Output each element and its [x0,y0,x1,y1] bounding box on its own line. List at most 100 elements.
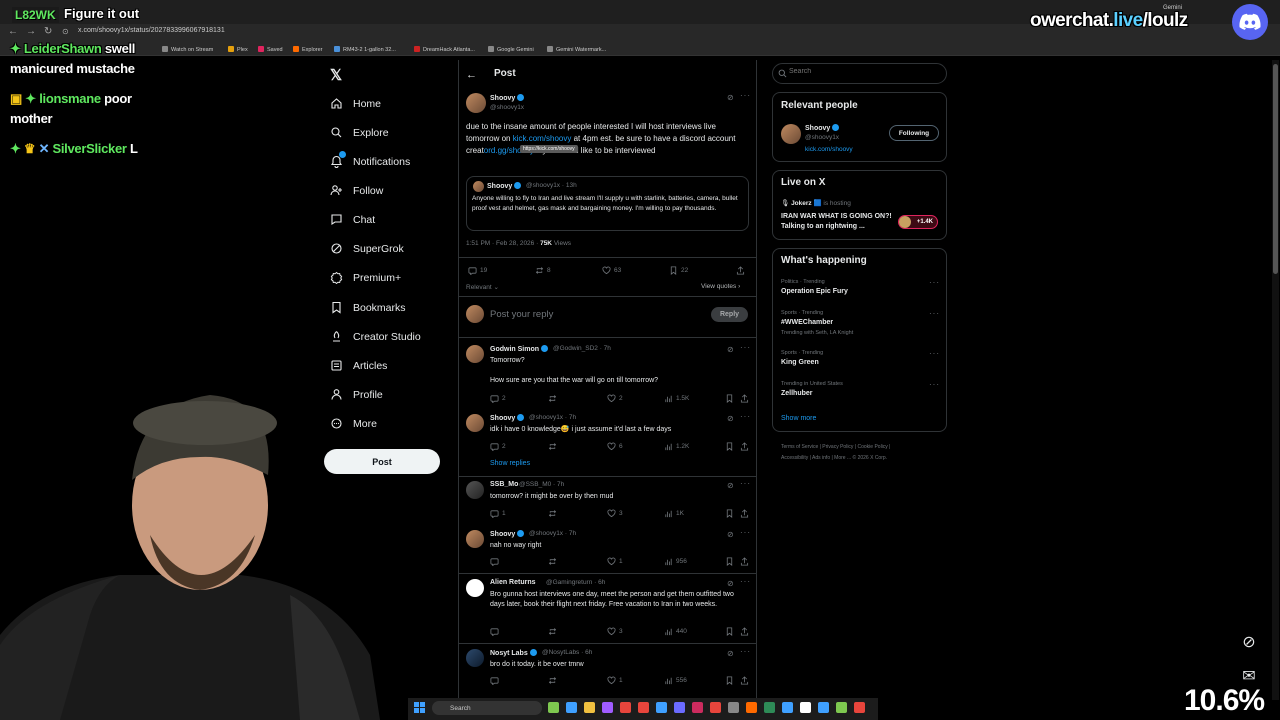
grok-icon[interactable]: ⊘ [727,414,734,423]
nav-item-explore[interactable]: Explore [330,126,389,139]
views-action[interactable]: 1K [664,509,684,518]
repost-action[interactable]: 8 [535,266,551,275]
avatar[interactable] [466,345,484,363]
windows-start-icon[interactable] [414,702,425,713]
repost-action[interactable] [548,442,560,451]
more-options-icon[interactable]: ··· [929,380,940,389]
more-options-icon[interactable]: ··· [740,91,751,100]
bookmark-action[interactable]: 22 [669,266,688,275]
reply-action[interactable] [490,557,502,566]
following-button[interactable]: Following [889,125,939,141]
forward-arrow-icon[interactable]: → [26,26,36,37]
bookmark-item[interactable]: Gemini Watermark... [547,46,606,53]
reply-handle[interactable]: @Gamingreturn · 6h [546,579,605,586]
taskbar-app-icon[interactable] [854,702,865,713]
scrollbar-thumb[interactable] [1273,64,1278,274]
taskbar-app-icon[interactable] [782,702,793,713]
reply-action[interactable]: 1 [490,509,506,518]
taskbar-app-icon[interactable] [836,702,847,713]
relevant-person-link[interactable]: kick.com/shoovy [805,146,853,153]
share-action[interactable] [740,557,749,566]
views-action[interactable]: 956 [664,557,687,566]
url-field[interactable]: x.com/shoovy1x/status/202783399606791813… [78,27,225,34]
share-action[interactable] [740,394,749,403]
avatar[interactable] [466,93,486,113]
bookmark-item[interactable]: Plex [228,46,248,53]
reply-author[interactable]: Alien Returns [490,579,536,586]
bookmark-item[interactable]: RM43-2 1-gallon 32... [334,46,396,53]
avatar[interactable] [466,530,484,548]
nav-item-notifications[interactable]: Notifications [330,151,410,168]
taskbar-app-icon[interactable] [656,702,667,713]
grok-icon[interactable]: ⊘ [727,530,734,539]
grok-icon[interactable]: ⊘ [727,93,734,102]
grok-icon[interactable]: ⊘ [727,649,734,658]
taskbar-app-icon[interactable] [620,702,631,713]
like-action[interactable]: 3 [607,627,623,636]
reply-action[interactable]: 19 [468,266,487,275]
live-title[interactable]: IRAN WAR WHAT IS GOING ON?! Talking to a… [781,212,893,232]
trend-name[interactable]: Operation Epic Fury [781,288,848,295]
footer-links-2[interactable]: Accessibility | Ads info | More ... © 20… [781,455,887,461]
avatar[interactable] [781,124,801,144]
relevant-person-handle[interactable]: @shoovy1x [805,134,839,141]
reply-handle[interactable]: @shoovy1x · 7h [529,414,576,421]
grok-icon[interactable]: ⊘ [727,345,734,354]
view-quotes-link[interactable]: View quotes › [701,283,740,290]
bookmark-action[interactable] [725,676,734,685]
messages-icon[interactable]: ✉ [1238,665,1260,687]
post-author[interactable]: Shoovy [490,94,525,102]
nav-item-premium[interactable]: Premium+ [330,271,401,284]
more-options-icon[interactable]: ··· [740,528,751,537]
taskbar-search[interactable]: Search [432,701,542,715]
search-input[interactable] [789,68,939,75]
taskbar-app-icon[interactable] [746,702,757,713]
repost-action[interactable] [548,557,560,566]
nav-item-bookmarks[interactable]: Bookmarks [330,301,406,314]
grok-icon[interactable]: ⊘ [727,579,734,588]
trend-name[interactable]: Zellhuber [781,390,813,397]
like-action[interactable]: 6 [607,442,623,451]
repost-action[interactable] [548,509,560,518]
reply-action[interactable] [490,676,502,685]
taskbar-app-icon[interactable] [548,702,559,713]
avatar[interactable] [466,481,484,499]
nav-item-supergrok[interactable]: SuperGrok [330,242,404,255]
like-action[interactable]: 2 [607,394,623,403]
reply-action[interactable]: 2 [490,394,506,403]
bookmark-item[interactable]: Saved [258,46,283,53]
share-icon[interactable] [736,266,745,275]
taskbar-app-icon[interactable] [710,702,721,713]
back-arrow-icon[interactable]: ← [8,26,18,37]
taskbar-app-icon[interactable] [674,702,685,713]
post-handle[interactable]: @shoovy1x [490,104,524,111]
taskbar-app-icon[interactable] [584,702,595,713]
bookmark-action[interactable] [725,627,734,636]
reply-handle[interactable]: @NosytLabs · 6h [542,649,592,656]
taskbar-app-icon[interactable] [728,702,739,713]
taskbar-app-icon[interactable] [566,702,577,713]
reply-handle[interactable]: @SSB_M0 · 7h [519,481,564,488]
views-action[interactable]: 1.5K [664,394,689,403]
grok-float-icon[interactable]: ⊘ [1238,631,1260,653]
taskbar-app-icon[interactable] [602,702,613,713]
repost-action[interactable] [548,394,560,403]
bookmark-action[interactable] [725,557,734,566]
reload-icon[interactable]: ↻ [44,26,52,37]
reply-author[interactable]: Shoovy [490,530,525,538]
reply-handle[interactable]: @shoovy1x · 7h [529,530,576,537]
reply-author[interactable]: Shoovy [490,414,525,422]
reply-author[interactable]: Nosyt Labs [490,649,537,657]
show-replies-link[interactable]: Show replies [490,460,530,467]
taskbar-app-icon[interactable] [818,702,829,713]
reply-input[interactable]: Post your reply [490,309,553,320]
bookmark-action[interactable] [725,509,734,518]
reply-button[interactable]: Reply [711,307,748,322]
taskbar-app-icon[interactable] [764,702,775,713]
nav-item-articles[interactable]: Articles [330,359,387,372]
share-action[interactable] [740,676,749,685]
avatar[interactable] [466,579,484,597]
more-options-icon[interactable]: ··· [740,479,751,488]
bookmark-item[interactable]: Google Gemini [488,46,534,53]
repost-action[interactable] [548,627,560,636]
